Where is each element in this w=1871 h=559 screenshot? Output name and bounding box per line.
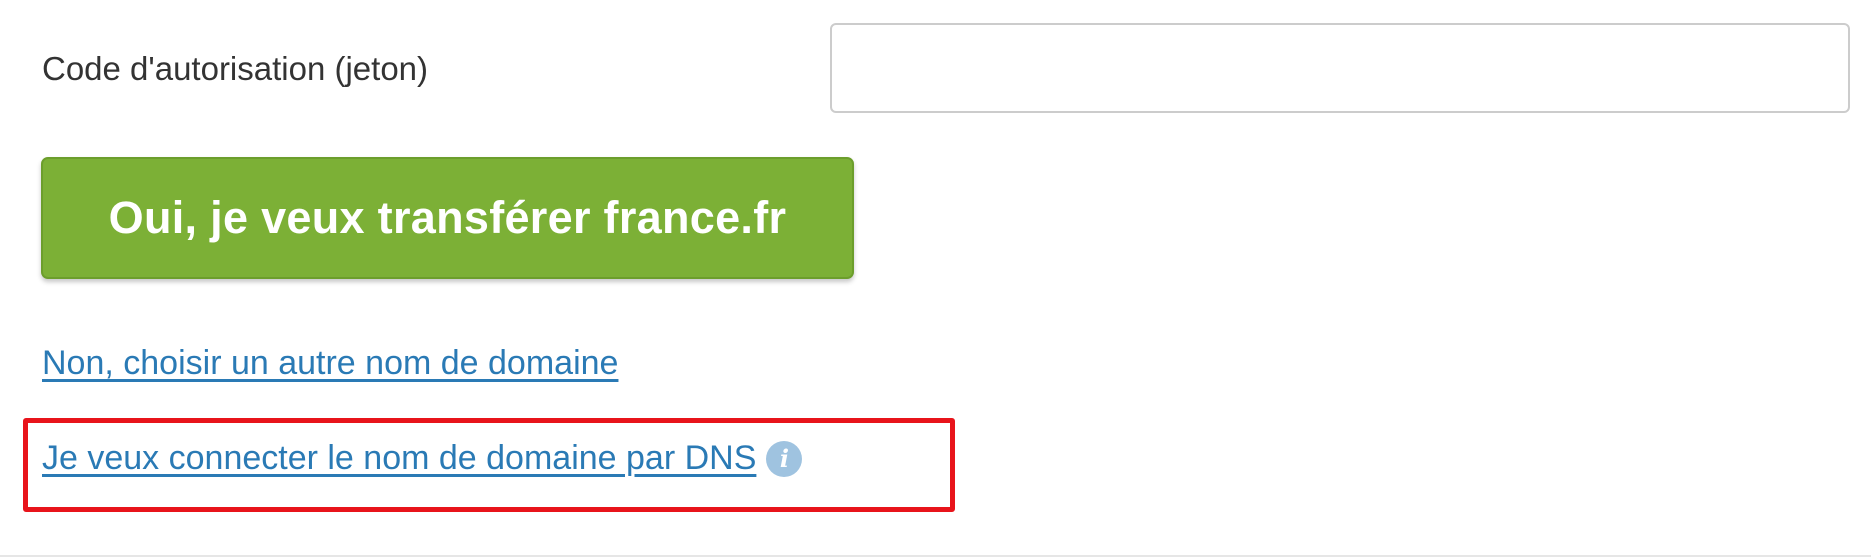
domain-transfer-page: Code d'autorisation (jeton) Oui, je veux… (0, 0, 1871, 559)
auth-code-input[interactable] (830, 23, 1850, 113)
connect-dns-link[interactable]: Je veux connecter le nom de domaine par … (42, 439, 756, 478)
section-divider (0, 555, 1871, 557)
connect-dns-row: Je veux connecter le nom de domaine par … (42, 439, 803, 478)
info-icon[interactable]: i (766, 440, 803, 477)
auth-code-label: Code d'autorisation (jeton) (42, 50, 429, 87)
transfer-domain-button[interactable]: Oui, je veux transférer france.fr (41, 157, 854, 279)
choose-other-domain-link[interactable]: Non, choisir un autre nom de domaine (42, 344, 618, 383)
